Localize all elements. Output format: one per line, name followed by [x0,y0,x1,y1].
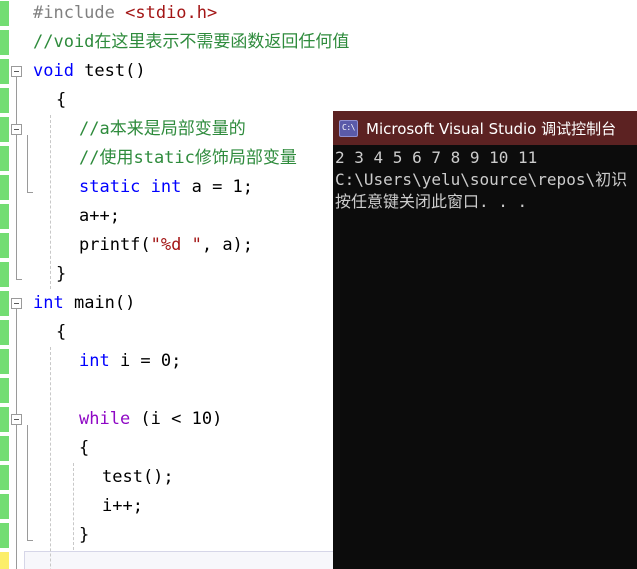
code-token: int [33,293,64,313]
code-token: //使用static修饰局部变量 [79,148,297,168]
code-token: "%d " [150,235,202,255]
code-token: main() [63,293,136,313]
console-title-bar[interactable]: C:\ Microsoft Visual Studio 调试控制台 [333,111,637,145]
code-token: , a); [201,235,254,255]
code-token: i++; [102,496,143,516]
code-line[interactable]: } [56,260,66,289]
code-token: i = 0; [109,351,182,371]
code-line[interactable]: { [56,318,66,347]
code-line[interactable]: test(); [102,463,174,492]
code-line[interactable]: //a本来是局部变量的 [79,115,246,144]
console-title-text: Microsoft Visual Studio 调试控制台 [366,119,617,138]
console-output-line: 按任意键关闭此窗口. . . [335,192,528,211]
code-line[interactable]: { [79,434,89,463]
code-token: test(); [102,467,174,487]
code-token: printf( [79,235,151,255]
code-token: while [79,409,131,429]
code-token: void [33,61,74,81]
code-line[interactable]: int i = 0; [79,347,181,376]
code-token: } [56,264,67,284]
indent-guide [50,347,51,569]
code-token: (i < 10) [130,409,223,429]
code-line[interactable]: int main() [33,289,135,318]
code-token: { [56,322,67,342]
indent-guide [50,115,51,289]
code-line[interactable]: #include <stdio.h> [33,0,217,28]
code-token: a = 1; [181,177,254,197]
debug-console-window[interactable]: C:\ Microsoft Visual Studio 调试控制台 2 3 4 … [333,111,637,569]
indent-guide [73,463,74,550]
code-line[interactable]: i++; [102,492,143,521]
code-token: #include [33,3,126,23]
code-line[interactable]: } [79,521,89,550]
code-token: } [79,525,90,545]
code-line[interactable]: void test() [33,57,146,86]
code-token: test() [73,61,146,81]
code-line[interactable]: static int a = 1; [79,173,253,202]
code-line[interactable]: { [56,86,66,115]
screen-root: #include <stdio.h> //void在这里表示不需要函数返回任何值 v… [0,0,637,569]
console-output-line: 2 3 4 5 6 7 8 9 10 11 [335,148,538,167]
code-token: <stdio.h> [125,3,218,23]
code-token: int [79,351,110,371]
code-token: { [79,438,90,458]
console-app-icon: C:\ [339,119,358,137]
code-token: static int [79,177,182,197]
code-token: //void在这里表示不需要函数返回任何值 [33,32,350,52]
console-icon-label: C:\ [342,123,355,132]
code-token: //a本来是局部变量的 [79,119,246,139]
code-line[interactable]: //使用static修饰局部变量 [79,144,297,173]
code-line[interactable]: //void在这里表示不需要函数返回任何值 [33,28,349,57]
console-output-area[interactable]: 2 3 4 5 6 7 8 9 10 11 C:\Users\yelu\sourc… [333,145,637,213]
current-line-highlight [24,551,338,569]
code-line[interactable]: while (i < 10) [79,405,222,434]
code-line[interactable]: printf("%d ", a); [79,231,253,260]
code-token: { [56,90,67,110]
console-output-line: C:\Users\yelu\source\repos\初识 [335,170,628,189]
code-token: a++; [79,206,120,226]
code-line[interactable]: a++; [79,202,120,231]
